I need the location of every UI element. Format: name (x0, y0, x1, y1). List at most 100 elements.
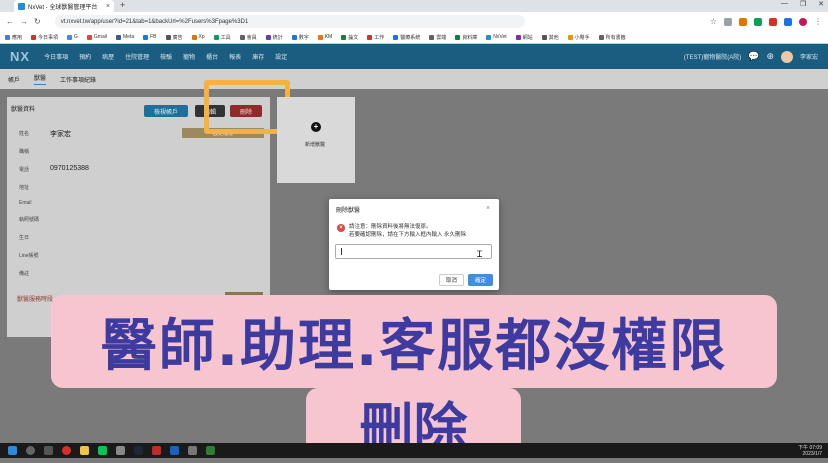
bookmark-item[interactable]: 論文 (341, 34, 358, 41)
back-icon[interactable]: ← (6, 17, 14, 26)
bookmark-label: 廣告 (172, 34, 183, 41)
browser-tab[interactable]: NxVet - 全球獸醫管理平台 × (14, 0, 114, 12)
bookmark-item[interactable]: 工具 (213, 34, 231, 41)
maximize-button[interactable]: ❐ (800, 0, 806, 8)
bookmark-item[interactable]: 工作 (367, 34, 384, 41)
extension-icon[interactable] (769, 17, 777, 26)
extension-icon[interactable] (754, 17, 762, 26)
user-avatar[interactable] (780, 50, 793, 63)
nav-item-hospitalization[interactable]: 住院管理 (125, 52, 149, 61)
confirm-delete-input[interactable] (335, 244, 492, 259)
plus-icon[interactable]: + (311, 122, 321, 132)
line-icon[interactable] (98, 446, 107, 455)
search-icon[interactable] (26, 446, 35, 455)
nav-item-settings[interactable]: 設定 (275, 52, 287, 61)
bookmark-favicon-icon (86, 34, 92, 40)
warning-text-line1: 請注意：刪除資料後將無法復原。 (349, 224, 432, 230)
nav-item-records[interactable]: 病歷 (102, 52, 114, 61)
app-logo[interactable]: NX (10, 49, 30, 64)
nav-item-reports[interactable]: 報表 (229, 52, 241, 61)
panel-title: 獸醫資料 (11, 107, 36, 113)
bookmark-item[interactable]: 資料庫 (455, 34, 477, 41)
close-window-button[interactable]: ✕ (818, 0, 824, 8)
windows-start-icon[interactable] (8, 446, 17, 455)
tab-work-log[interactable]: 工作事項紀錄 (60, 75, 96, 84)
bookmark-item[interactable]: 今日事項 (31, 34, 58, 41)
bookmark-item[interactable]: 醫療系統 (393, 34, 420, 41)
bookmark-item[interactable]: KM (317, 34, 332, 40)
tab-account[interactable]: 帳戶 (8, 75, 20, 84)
system-tray[interactable]: 下午 07:09 2023/1/7 (798, 445, 828, 457)
nav-item-inventory[interactable]: 庫存 (252, 52, 264, 61)
confirm-button[interactable]: 確定 (468, 274, 493, 286)
forward-icon[interactable]: → (20, 17, 28, 26)
app-icon[interactable] (206, 446, 215, 455)
bookmark-item[interactable]: 數字 (291, 34, 309, 41)
bookmark-label: 統計 (272, 34, 283, 41)
bookmark-star-icon[interactable]: ☆ (710, 17, 717, 26)
steam-icon[interactable] (134, 446, 143, 455)
bookmark-favicon-icon (67, 34, 73, 40)
profile-avatar[interactable] (799, 17, 807, 26)
clinic-name[interactable]: (TEST)寵物醫院(A院) (684, 52, 741, 61)
bookmark-item[interactable]: 雲端 (429, 34, 446, 41)
bookmark-favicon-icon (31, 34, 37, 40)
add-vet-label[interactable]: 新增獸醫 (305, 141, 325, 148)
bookmark-item[interactable]: 應用 (5, 34, 22, 41)
bookmark-favicon-icon (367, 34, 373, 40)
windows-taskbar: 下午 07:09 2023/1/7 (0, 443, 828, 458)
bookmark-item[interactable]: FB (143, 34, 157, 40)
bookmark-favicon-icon (317, 34, 323, 40)
bookmark-item[interactable]: 小幫手 (567, 34, 590, 41)
minimize-button[interactable]: — (781, 0, 788, 8)
bookmark-item[interactable]: 所有書籤 (598, 34, 626, 41)
nav-item-pets[interactable]: 寵物 (183, 52, 195, 61)
nav-item-today[interactable]: 今日事項 (44, 52, 68, 61)
app-icon[interactable] (188, 446, 197, 455)
cancel-button[interactable]: 取消 (439, 274, 464, 286)
user-name[interactable]: 李家宏 (800, 52, 818, 61)
new-tab-button[interactable]: + (120, 0, 125, 10)
url-omnibox[interactable]: vt.nxvet.tw/app/user?id=21&tab=1&backUrl… (54, 15, 525, 28)
add-vet-card[interactable] (277, 97, 355, 183)
nav-item-appointments[interactable]: 預約 (79, 52, 91, 61)
app-icon[interactable] (116, 446, 125, 455)
bookmark-favicon-icon (429, 34, 435, 40)
bookmark-item[interactable]: 統計 (265, 34, 283, 41)
bookmark-label: 雲端 (436, 34, 447, 41)
bookmark-item[interactable]: 網站 (515, 34, 533, 41)
bookmark-item[interactable]: Gmail (86, 34, 107, 40)
bookmark-item[interactable]: Xp (191, 34, 205, 40)
bookmark-label: G (74, 34, 78, 40)
bookmark-item[interactable]: G (67, 34, 78, 40)
nav-item-counter[interactable]: 櫃台 (206, 52, 218, 61)
bookmark-favicon-icon (143, 34, 149, 40)
reload-icon[interactable]: ↻ (34, 17, 41, 26)
tab-vet[interactable]: 獸醫 (34, 73, 47, 85)
bookmark-label: 應用 (12, 34, 23, 41)
bookmark-label: 醫療系統 (400, 34, 421, 41)
app-icon[interactable] (152, 446, 161, 455)
task-view-icon[interactable] (44, 446, 53, 455)
view-account-button[interactable]: 檢視帳戶 (144, 105, 188, 117)
chrome-icon[interactable] (62, 446, 71, 455)
file-explorer-icon[interactable] (80, 446, 89, 455)
bookmark-item[interactable]: NxVet (486, 34, 507, 40)
extension-icon[interactable] (724, 17, 732, 26)
bookmark-label: 所有書籤 (605, 34, 626, 41)
tab-close-icon[interactable]: × (106, 3, 110, 10)
extension-icon[interactable] (784, 17, 792, 26)
bookmark-item[interactable]: Meta (115, 34, 135, 40)
nav-item-lab[interactable]: 檢驗 (160, 52, 172, 61)
add-icon[interactable]: ⊕ (766, 51, 774, 62)
bookmark-favicon-icon (341, 34, 347, 40)
bookmark-item[interactable]: 會員 (239, 34, 257, 41)
chat-icon[interactable]: 💬 (748, 51, 759, 62)
bookmark-item[interactable]: 廣告 (165, 34, 183, 41)
chrome-menu-icon[interactable]: ⋮ (814, 17, 822, 26)
modal-close-icon[interactable]: × (486, 205, 490, 212)
bookmark-label: Meta (122, 34, 135, 40)
extension-icon[interactable] (739, 17, 747, 26)
app-icon[interactable] (170, 446, 179, 455)
bookmark-item[interactable]: 其他 (541, 34, 559, 41)
